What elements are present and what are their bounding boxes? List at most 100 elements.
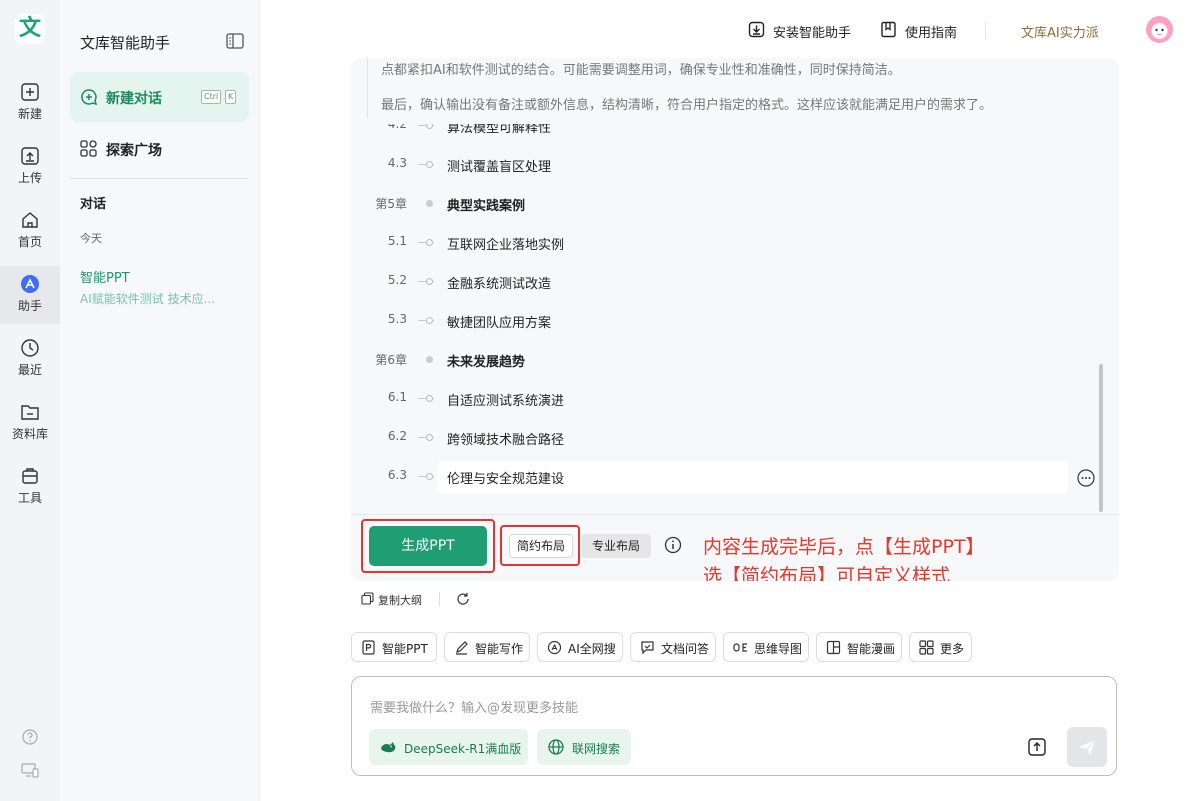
- toolbox-icon: [22, 468, 38, 484]
- outline-text[interactable]: 伦理与安全规范建设: [447, 468, 564, 487]
- rail-label: 新建: [17, 107, 42, 121]
- outline-node: [426, 200, 433, 207]
- outline-node: [426, 278, 433, 285]
- outline-text[interactable]: 跨领域技术融合路径: [447, 429, 564, 448]
- sidebar: 文库智能助手 新建对话 Ctrl K 探索广场 对话 今天 智能PPT AI赋能…: [60, 0, 260, 801]
- divider: [439, 592, 440, 606]
- outline-node: [426, 124, 433, 129]
- outline-node: [426, 161, 433, 168]
- outline-number: 6.3: [387, 468, 407, 482]
- outline-text[interactable]: 未来发展趋势: [447, 351, 525, 370]
- device-icon[interactable]: [20, 760, 40, 780]
- rail-label: 工具: [17, 491, 42, 505]
- outline-section-row[interactable]: 6.3 伦理与安全规范建设: [351, 461, 1119, 507]
- thinking-text: 点都紧扣AI和软件测试的结合。可能需要调整用词，确保专业性和准确性，同时保持简洁…: [381, 63, 901, 78]
- outline-number: 5.1: [387, 234, 407, 248]
- divider: [351, 514, 1119, 515]
- download-icon: [748, 21, 765, 38]
- ai-search-icon: [547, 640, 562, 655]
- outline-card: 点都紧扣AI和软件测试的结合。可能需要调整用词，确保专业性和准确性，同时保持简洁…: [351, 58, 1119, 581]
- explore-label: 探索广场: [106, 143, 162, 159]
- whale-icon: [381, 742, 396, 753]
- scrollbar[interactable]: [1099, 364, 1103, 512]
- ppt-icon: [362, 640, 375, 655]
- outline-section-row[interactable]: 4.3 测试覆盖盲区处理: [351, 156, 1119, 195]
- more-options-icon[interactable]: [1077, 469, 1095, 487]
- conversation-subtitle[interactable]: AI赋能软件测试 技术应...: [80, 290, 215, 307]
- simple-layout-button[interactable]: 简约布局: [509, 534, 573, 558]
- grid-icon: [919, 640, 934, 655]
- outline-chapter-row[interactable]: 第6章 未来发展趋势: [351, 351, 1119, 390]
- chip-mindmap[interactable]: 思维导图: [723, 632, 809, 662]
- chip-doc-qa[interactable]: 文档问答: [630, 632, 716, 662]
- chip-pen[interactable]: 智能写作: [444, 632, 530, 662]
- guide-label: 使用指南: [905, 26, 958, 41]
- outline-node: [426, 434, 433, 441]
- guide-button[interactable]: 使用指南: [880, 20, 965, 41]
- annotation-text: 内容生成完毕后，点【生成PPT】: [703, 536, 985, 558]
- chat-input-box[interactable]: 需要我做什么？输入@发现更多技能 DeepSeek-R1满血版 联网搜索: [351, 676, 1117, 776]
- outline-section-row[interactable]: 6.1 自适应测试系统演进: [351, 390, 1119, 429]
- chat-input-placeholder[interactable]: 需要我做什么？输入@发现更多技能: [370, 697, 578, 716]
- avatar[interactable]: [1146, 16, 1173, 43]
- globe-icon: [548, 739, 564, 755]
- outline-node: [426, 395, 433, 402]
- rail-item-assistant[interactable]: 助手: [0, 266, 60, 324]
- outline-text[interactable]: 敏捷团队应用方案: [447, 312, 551, 331]
- clock-icon: [21, 339, 39, 357]
- rail-item-upload[interactable]: 上传: [0, 146, 60, 202]
- web-search-toggle[interactable]: 联网搜索: [537, 729, 631, 765]
- chip-ppt[interactable]: 智能PPT: [351, 632, 437, 662]
- outline-number: 4.3: [387, 156, 407, 170]
- info-icon[interactable]: [664, 536, 682, 554]
- refresh-icon[interactable]: [456, 592, 470, 606]
- conversation-item[interactable]: 智能PPT: [80, 267, 130, 286]
- outline-text[interactable]: 互联网企业落地实例: [447, 234, 564, 253]
- outline-text[interactable]: 典型实践案例: [447, 195, 525, 214]
- rail-item-new[interactable]: 新建: [0, 82, 60, 138]
- chip-label: 智能写作: [475, 642, 524, 656]
- generate-ppt-button[interactable]: 生成PPT: [369, 526, 487, 566]
- outline-section-row[interactable]: 5.1 互联网企业落地实例: [351, 234, 1119, 273]
- rail-item-library[interactable]: 资料库: [0, 402, 60, 458]
- model-selector[interactable]: DeepSeek-R1满血版: [369, 729, 528, 765]
- outline-list: 4.2 算法模型可解释性 4.3 测试覆盖盲区处理第5章 典型实践案例 5.1 互联网企业落…: [351, 124, 1119, 514]
- copy-outline-button[interactable]: 复制大纲: [361, 591, 431, 607]
- chip-grid[interactable]: 更多: [909, 632, 972, 662]
- outline-section-row[interactable]: 5.2 金融系统测试改造: [351, 273, 1119, 312]
- outline-text[interactable]: 测试覆盖盲区处理: [447, 156, 551, 175]
- rail-label: 助手: [17, 299, 42, 313]
- outline-node: [426, 473, 433, 480]
- outline-text[interactable]: 金融系统测试改造: [447, 273, 551, 292]
- upload-file-icon[interactable]: [1028, 738, 1046, 756]
- rail-label: 首页: [17, 235, 42, 249]
- chip-comic[interactable]: 智能漫画: [816, 632, 902, 662]
- pro-layout-button[interactable]: 专业布局: [581, 534, 651, 558]
- install-assistant-button[interactable]: 安装智能助手: [748, 20, 860, 41]
- outline-text[interactable]: 算法模型可解释性: [447, 124, 551, 136]
- rail-item-home[interactable]: 首页: [0, 210, 60, 266]
- help-icon[interactable]: [20, 727, 40, 747]
- shortcut-ctrl: Ctrl: [201, 90, 222, 104]
- outline-section-row[interactable]: 4.2 算法模型可解释性: [351, 124, 1119, 156]
- chip-label: 文档问答: [661, 642, 710, 656]
- plus-icon: [21, 83, 39, 101]
- sidebar-title: 文库智能助手: [80, 34, 171, 52]
- book-icon: [881, 21, 896, 38]
- app-logo[interactable]: 文: [15, 14, 45, 44]
- outline-text[interactable]: 自适应测试系统演进: [447, 390, 564, 409]
- outline-chapter-row[interactable]: 第5章 典型实践案例: [351, 195, 1119, 234]
- outline-node: [426, 317, 433, 324]
- brand-link[interactable]: 文库AI实力派: [1021, 22, 1099, 41]
- send-button[interactable]: [1067, 727, 1107, 767]
- rail-item-tools[interactable]: 工具: [0, 466, 60, 522]
- divider: [70, 178, 248, 179]
- new-chat-icon: [81, 89, 98, 106]
- rail-item-recent[interactable]: 最近: [0, 338, 60, 394]
- new-chat-button[interactable]: 新建对话 Ctrl K: [70, 72, 249, 122]
- outline-number: 第5章: [375, 197, 407, 211]
- chip-label: 思维导图: [754, 642, 803, 656]
- collapse-sidebar-icon[interactable]: [226, 33, 244, 49]
- chip-ai-search[interactable]: AI全网搜: [537, 632, 623, 662]
- outline-section-row[interactable]: 5.3 敏捷团队应用方案: [351, 312, 1119, 351]
